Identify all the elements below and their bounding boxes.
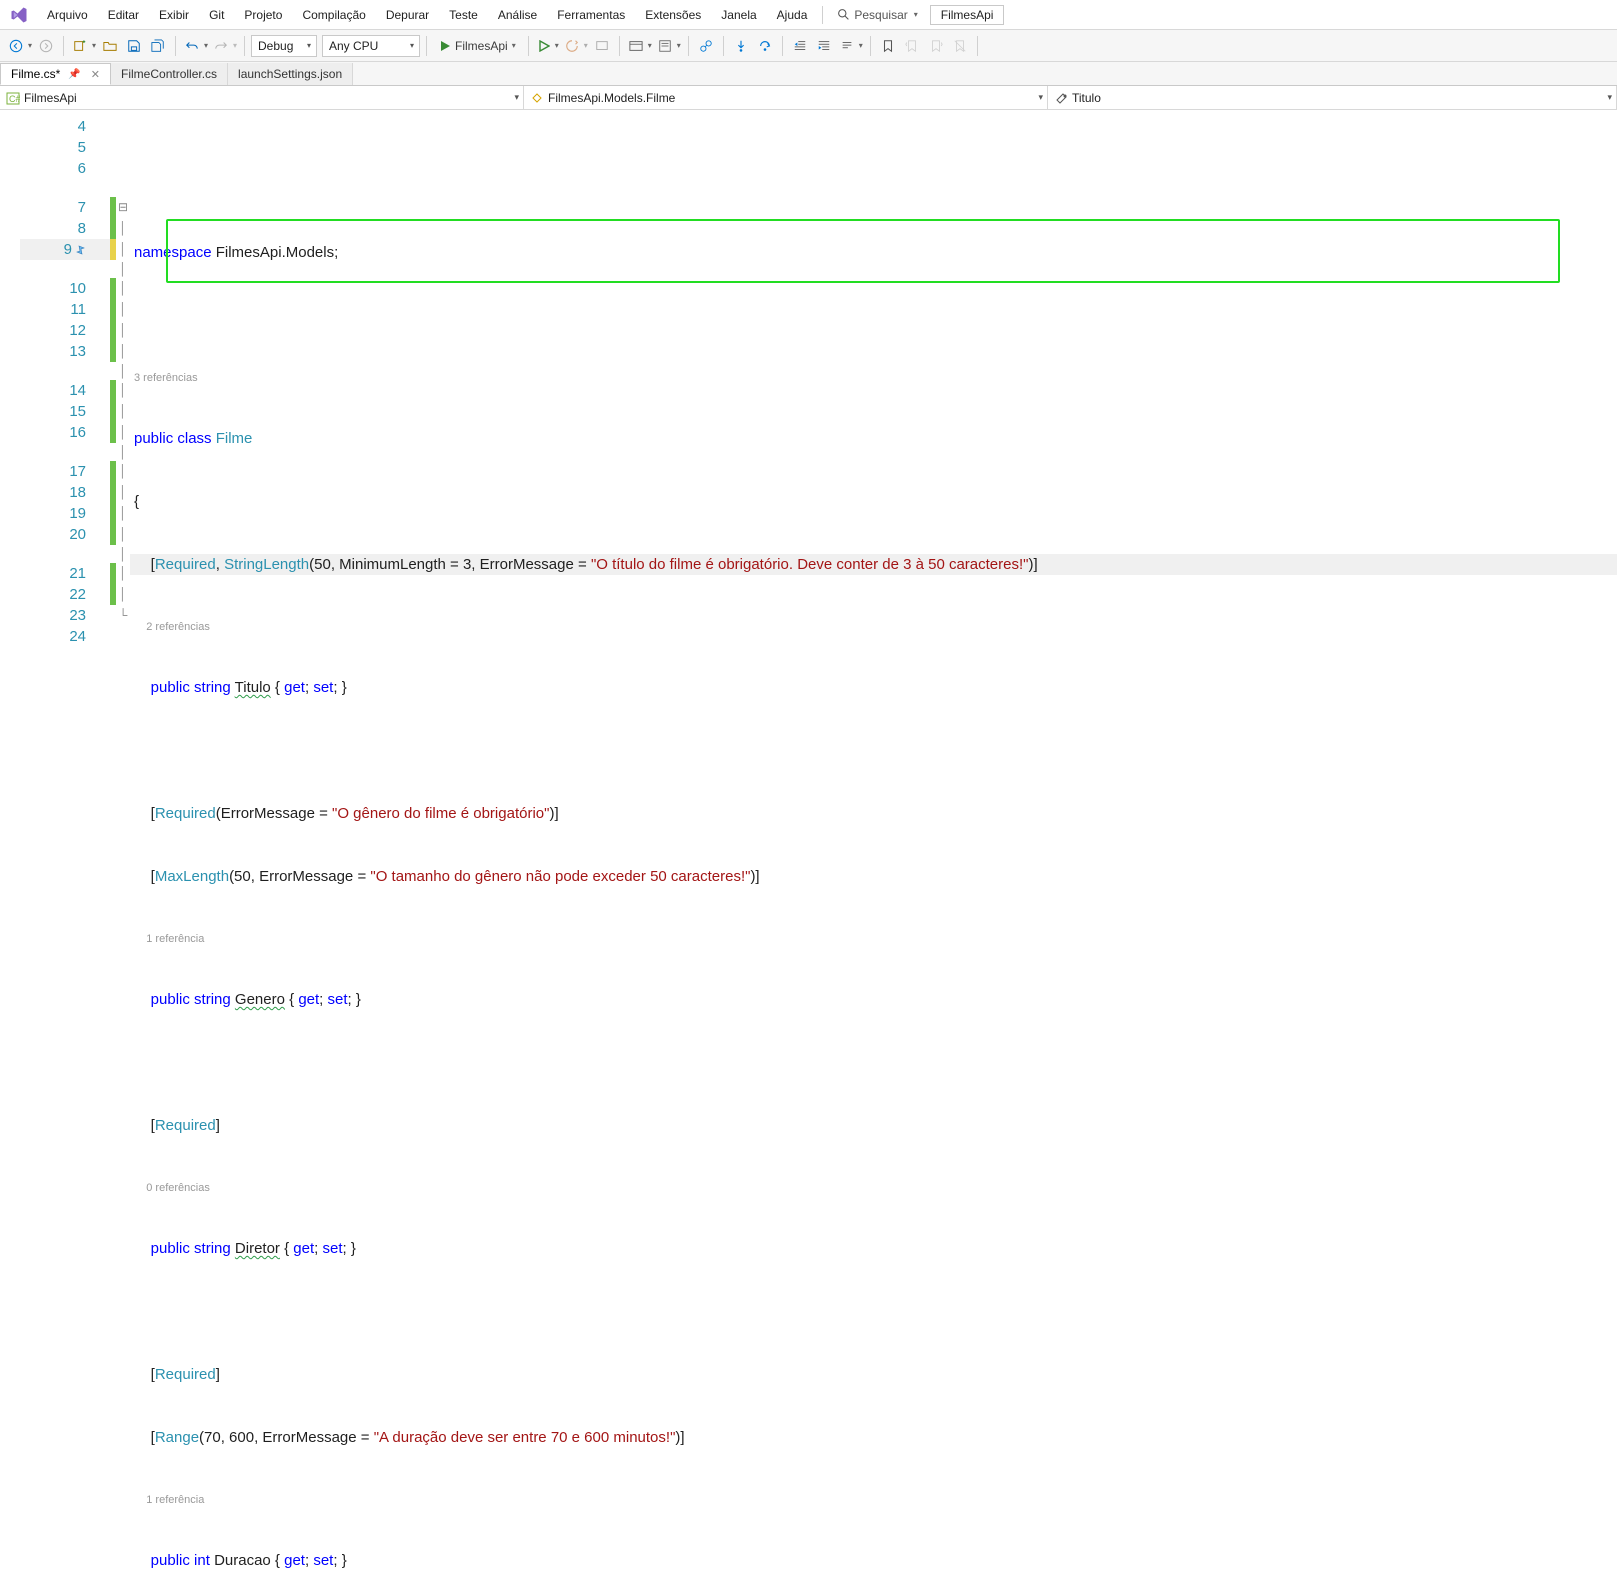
- save-all-button[interactable]: [147, 34, 169, 58]
- forward-nav-button[interactable]: [35, 34, 57, 58]
- navigation-bar: C# FilmesApi ▾ FilmesApi.Models.Filme ▾ …: [0, 86, 1617, 110]
- tab-label: Filme.cs*: [11, 67, 60, 81]
- svg-text:C#: C#: [9, 94, 20, 104]
- line-number-gutter: 4 5 6 7 8 9 10 11 12 13 14 15 16 17 18 1…: [20, 110, 110, 798]
- separator: [822, 6, 823, 24]
- nav-project-label: FilmesApi: [24, 91, 77, 105]
- platform-combo[interactable]: Any CPU: [322, 35, 420, 57]
- vs-logo-icon: [10, 6, 28, 24]
- publish-button[interactable]: [695, 34, 717, 58]
- start-without-debug-button[interactable]: [535, 34, 560, 58]
- clear-bookmarks-button[interactable]: [949, 34, 971, 58]
- class-icon: [530, 91, 544, 105]
- menu-compilacao[interactable]: Compilação: [293, 4, 374, 26]
- step-into-button[interactable]: [730, 34, 752, 58]
- menu-ferramentas[interactable]: Ferramentas: [548, 4, 634, 26]
- step-over-button[interactable]: [754, 34, 776, 58]
- nav-project[interactable]: C# FilmesApi ▾: [0, 86, 524, 109]
- tab-filmecontroller-cs[interactable]: FilmeController.cs: [111, 63, 228, 85]
- menu-analise[interactable]: Análise: [489, 4, 546, 26]
- search-box[interactable]: Pesquisar ▾: [829, 6, 925, 24]
- menu-editar[interactable]: Editar: [99, 4, 148, 26]
- nav-member[interactable]: Titulo ▾: [1048, 86, 1617, 109]
- new-item-button[interactable]: [70, 34, 97, 58]
- csharp-project-icon: C#: [6, 91, 20, 105]
- menu-projeto[interactable]: Projeto: [235, 4, 291, 26]
- undo-button[interactable]: [182, 34, 209, 58]
- nav-member-label: Titulo: [1072, 91, 1101, 105]
- play-icon: [439, 40, 451, 52]
- save-button[interactable]: [123, 34, 145, 58]
- next-bookmark-button[interactable]: [925, 34, 947, 58]
- start-target-label: FilmesApi: [455, 39, 508, 53]
- hot-reload-button[interactable]: [562, 34, 589, 58]
- menu-exibir[interactable]: Exibir: [150, 4, 198, 26]
- back-nav-button[interactable]: [6, 34, 33, 58]
- tab-label: launchSettings.json: [238, 67, 342, 81]
- close-icon[interactable]: ✕: [91, 68, 100, 81]
- prev-bookmark-button[interactable]: [901, 34, 923, 58]
- menu-janela[interactable]: Janela: [712, 4, 765, 26]
- nav-class[interactable]: FilmesApi.Models.Filme ▾: [524, 86, 1048, 109]
- code-editor[interactable]: 4 5 6 7 8 9 10 11 12 13 14 15 16 17 18 1…: [0, 110, 1617, 798]
- menu-depurar[interactable]: Depurar: [377, 4, 438, 26]
- menu-ajuda[interactable]: Ajuda: [768, 4, 817, 26]
- search-placeholder: Pesquisar: [854, 8, 907, 22]
- fold-column[interactable]: ⊟││ │ ││││ │ │││ │ ││││ │ ││└: [116, 110, 130, 798]
- code-area[interactable]: namespace FilmesApi.Models; 3 referência…: [130, 110, 1617, 798]
- toolbar: Debug Any CPU FilmesApi ▾: [0, 30, 1617, 62]
- menu-git[interactable]: Git: [200, 4, 233, 26]
- menu-extensoes[interactable]: Extensões: [636, 4, 710, 26]
- tab-launchsettings-json[interactable]: launchSettings.json: [228, 63, 353, 85]
- bookmark-button[interactable]: [877, 34, 899, 58]
- tab-label: FilmeController.cs: [121, 67, 217, 81]
- start-debug-button[interactable]: FilmesApi ▾: [433, 34, 522, 58]
- indent-more-button[interactable]: [813, 34, 835, 58]
- pin-icon[interactable]: 📌: [68, 69, 80, 80]
- search-icon: [837, 8, 850, 21]
- lightbulb-icon[interactable]: [74, 244, 86, 256]
- solution-name[interactable]: FilmesApi: [930, 5, 1005, 25]
- nav-class-label: FilmesApi.Models.Filme: [548, 91, 675, 105]
- tab-filme-cs[interactable]: Filme.cs* 📌 ✕: [0, 63, 111, 85]
- browser-button[interactable]: [626, 34, 653, 58]
- menu-teste[interactable]: Teste: [440, 4, 487, 26]
- redo-button[interactable]: [211, 34, 238, 58]
- menu-bar: Arquivo Editar Exibir Git Projeto Compil…: [0, 0, 1617, 30]
- menu-arquivo[interactable]: Arquivo: [38, 4, 97, 26]
- browser-link-button[interactable]: [591, 34, 613, 58]
- indent-less-button[interactable]: [789, 34, 811, 58]
- breakpoint-margin[interactable]: [0, 110, 20, 798]
- open-folder-button[interactable]: [99, 34, 121, 58]
- comment-button[interactable]: [837, 34, 864, 58]
- document-tabs: Filme.cs* 📌 ✕ FilmeController.cs launchS…: [0, 62, 1617, 86]
- configuration-combo[interactable]: Debug: [251, 35, 317, 57]
- script-debug-button[interactable]: [655, 34, 682, 58]
- property-icon: [1054, 91, 1068, 105]
